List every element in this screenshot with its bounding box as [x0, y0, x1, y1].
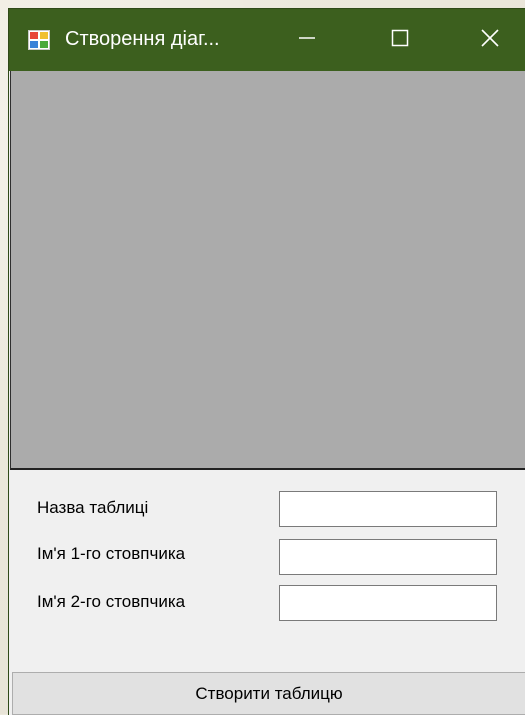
maximize-button[interactable] — [377, 9, 423, 71]
title-bar[interactable]: Створення діаг... — [9, 9, 525, 71]
minimize-icon — [298, 29, 316, 52]
column1-name-label: Ім'я 1-го стовпчика — [37, 544, 186, 563]
chart-canvas-panel[interactable] — [10, 71, 525, 470]
table-name-label: Назва таблиці — [37, 498, 149, 517]
client-area: Назва таблиці Ім'я 1-го стовпчика Ім'я 2… — [9, 71, 525, 715]
column2-name-input[interactable] — [279, 585, 497, 621]
app-form-icon — [28, 30, 50, 50]
column1-name-input[interactable] — [279, 539, 497, 575]
create-table-button[interactable]: Створити таблицю — [12, 672, 525, 715]
app-window: Створення діаг... Назва таблиці Ім'я 1-г… — [8, 8, 525, 715]
window-title: Створення діаг... — [65, 28, 220, 50]
close-icon — [480, 28, 500, 53]
maximize-icon — [391, 29, 409, 52]
minimize-button[interactable] — [284, 9, 330, 71]
column2-name-label: Ім'я 2-го стовпчика — [37, 592, 186, 611]
table-name-input[interactable] — [279, 491, 497, 527]
close-button[interactable] — [467, 9, 513, 71]
